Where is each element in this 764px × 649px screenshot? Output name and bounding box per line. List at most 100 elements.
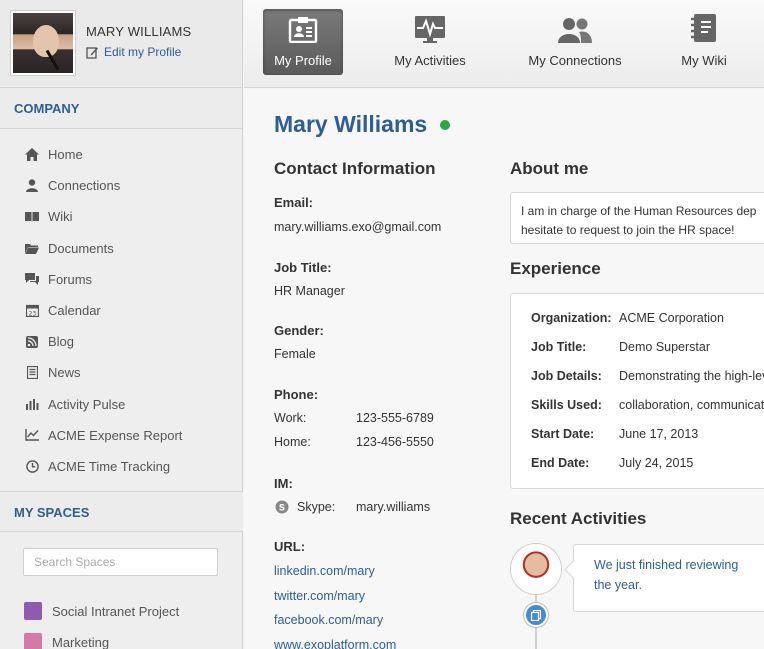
- sidebar-item-label: Home: [48, 147, 83, 163]
- sidebar-item-label: Blog: [48, 334, 75, 350]
- space-item-label: Social Intranet Project: [52, 603, 180, 619]
- about-heading: About me: [510, 159, 589, 178]
- user-name: MARY WILLIAMS: [86, 24, 192, 39]
- sidebar: MARY WILLIAMS Edit my Profile COMPANY Ho…: [0, 0, 243, 649]
- sidebar-item-home[interactable]: Home: [0, 139, 242, 170]
- svg-text:23: 23: [28, 311, 36, 318]
- sidebar-item-label: ACME Time Tracking: [48, 458, 171, 474]
- email-value[interactable]: mary.williams.exo@gmail.com: [274, 220, 441, 234]
- tab-label: My Wiki: [681, 53, 727, 68]
- sidebar-item-acme-time-tracking[interactable]: ACME Time Tracking: [0, 451, 242, 482]
- sidebar-item-acme-expense-report[interactable]: ACME Expense Report: [0, 420, 242, 451]
- experience-key: Organization:: [531, 311, 612, 325]
- experience-row: Start Date: June 17, 2013: [531, 427, 698, 441]
- line-chart-icon: [24, 427, 40, 443]
- phone-work-label: Work:: [274, 411, 307, 425]
- tab-my-profile[interactable]: My Profile: [263, 9, 343, 75]
- sidebar-item-forums[interactable]: Forums: [0, 264, 242, 295]
- experience-box: Organization: ACME Corporation Job Title:…: [510, 293, 764, 489]
- space-avatar-icon: [24, 633, 42, 649]
- user-box: MARY WILLIAMS Edit my Profile: [0, 0, 242, 88]
- job-title-label: Job Title:: [274, 260, 332, 275]
- sidebar-item-documents[interactable]: Documents: [0, 233, 242, 264]
- rss-icon: [24, 334, 40, 350]
- tab-my-connections[interactable]: My Connections: [522, 9, 628, 75]
- activity-avatar[interactable]: [511, 544, 561, 594]
- activity-card[interactable]: We just finished reviewing the year.: [573, 544, 764, 612]
- tab-label: My Profile: [274, 53, 332, 68]
- sidebar-item-label: Activity Pulse: [48, 396, 126, 412]
- profile-card-icon: [288, 17, 318, 43]
- avatar[interactable]: [10, 10, 76, 76]
- sidebar-item-label: Calendar: [48, 303, 101, 319]
- im-type: Skype:: [297, 500, 336, 514]
- sidebar-item-connections[interactable]: Connections: [0, 170, 242, 201]
- about-box: I am in charge of the Human Resources de…: [510, 192, 764, 244]
- sidebar-item-label: Documents: [48, 240, 114, 256]
- sidebar-item-label: Wiki: [48, 209, 73, 225]
- tab-label: My Activities: [394, 53, 466, 68]
- edit-profile-label: Edit my Profile: [104, 45, 182, 59]
- experience-key: Start Date:: [531, 427, 595, 441]
- gender-label: Gender:: [274, 323, 324, 338]
- space-avatar-icon: [24, 602, 42, 620]
- phone-label: Phone:: [274, 387, 319, 402]
- experience-row: End Date: July 24, 2015: [531, 456, 693, 470]
- skype-icon: S: [275, 500, 289, 514]
- search-spaces-input[interactable]: [23, 548, 218, 576]
- recent-activities-heading: Recent Activities: [510, 509, 647, 528]
- experience-value: Demo Superstar: [619, 340, 711, 354]
- chat-icon: [24, 271, 40, 287]
- tab-my-activities[interactable]: My Activities: [387, 9, 473, 75]
- clock-icon: [24, 458, 40, 474]
- home-icon: [24, 147, 40, 163]
- tab-label: My Connections: [528, 53, 622, 68]
- url-label: URL:: [274, 539, 306, 554]
- company-heading[interactable]: COMPANY: [0, 88, 242, 129]
- edit-profile-link[interactable]: Edit my Profile: [86, 45, 191, 59]
- url-link[interactable]: linkedin.com/mary: [274, 564, 375, 578]
- notebook-icon: [691, 14, 716, 42]
- space-item-label: Marketing: [52, 634, 110, 649]
- company-nav: Home Connections Wiki Documents Forums 2…: [0, 129, 242, 482]
- about-text-line: I am in charge of the Human Resources de…: [521, 204, 757, 218]
- experience-value: ACME Corporation: [619, 311, 724, 325]
- experience-row: Skills Used: collaboration, communicat: [531, 398, 764, 412]
- url-link[interactable]: www.exoplatform.com: [274, 638, 396, 649]
- book-icon: [24, 209, 40, 225]
- experience-row: Organization: ACME Corporation: [531, 311, 724, 325]
- sidebar-item-label: News: [48, 365, 81, 381]
- sidebar-item-label: Connections: [48, 178, 121, 194]
- experience-value: June 17, 2013: [619, 427, 699, 441]
- space-item-social-intranet-project[interactable]: Social Intranet Project: [24, 602, 179, 620]
- phone-work-value: 123-555-6789: [356, 411, 434, 425]
- experience-key: End Date:: [531, 456, 590, 470]
- about-text-line: hesitate to request to join the HR space…: [521, 223, 735, 237]
- experience-key: Job Title:: [531, 340, 587, 354]
- phone-home-value: 123-456-5550: [356, 435, 434, 449]
- sidebar-item-label: ACME Expense Report: [48, 427, 183, 443]
- folder-icon: [24, 240, 40, 256]
- profile-content: Mary Williams Contact Information Email:…: [244, 89, 764, 649]
- people-icon: [558, 18, 592, 43]
- url-link[interactable]: facebook.com/mary: [274, 613, 383, 627]
- sidebar-item-wiki[interactable]: Wiki: [0, 201, 242, 232]
- sidebar-item-activity-pulse[interactable]: Activity Pulse: [0, 389, 242, 420]
- document-icon: [524, 603, 548, 627]
- sidebar-item-news[interactable]: News: [0, 357, 242, 388]
- experience-value: collaboration, communicat: [619, 398, 764, 412]
- sidebar-item-blog[interactable]: Blog: [0, 326, 242, 357]
- online-status-icon: [440, 120, 450, 130]
- email-label: Email:: [274, 195, 314, 210]
- experience-row: Job Details: Demonstrating the high-lev: [531, 369, 764, 383]
- space-item-marketing[interactable]: Marketing: [24, 633, 109, 649]
- sidebar-item-calendar[interactable]: 23 Calendar: [0, 295, 242, 326]
- tab-my-wiki[interactable]: My Wiki: [674, 9, 734, 75]
- my-spaces-heading[interactable]: MY SPACES: [0, 491, 243, 532]
- im-label: IM:: [274, 476, 293, 491]
- experience-key: Job Details:: [531, 369, 602, 383]
- bar-chart-icon: [24, 396, 40, 412]
- im-value: mary.williams: [356, 500, 431, 514]
- url-link[interactable]: twitter.com/mary: [274, 589, 365, 603]
- person-icon: [24, 178, 40, 194]
